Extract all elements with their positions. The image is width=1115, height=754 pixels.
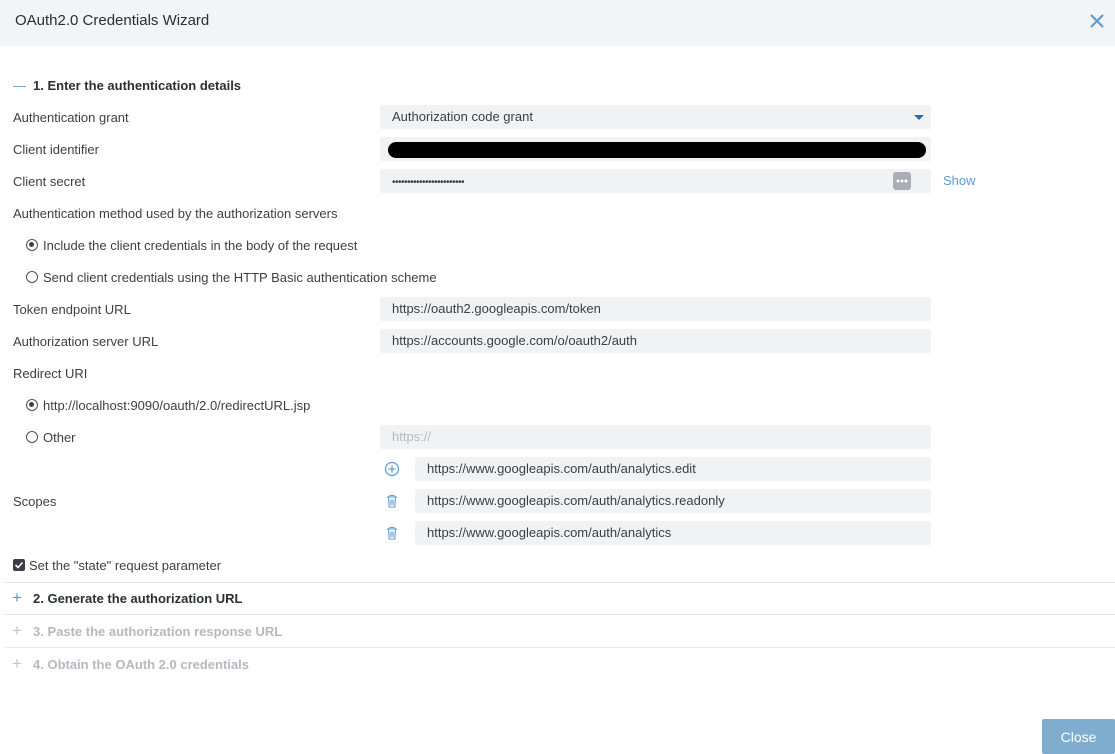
show-secret-link[interactable]: Show [943,173,976,188]
window-title: OAuth2.0 Credentials Wizard [15,12,210,29]
scope-input-2[interactable]: https://www.googleapis.com/auth/analytic… [415,489,931,513]
redaction-bar [388,142,926,158]
auth-method-basic-radio[interactable] [26,271,38,283]
scope-input-3[interactable]: https://www.googleapis.com/auth/analytic… [415,521,931,545]
scope-input-1[interactable]: https://www.googleapis.com/auth/analytic… [415,457,931,481]
redirect-localhost-radio[interactable] [26,399,38,411]
redirect-other-input[interactable]: https:// [380,425,931,449]
client-secret-value: •••••••••••••••••••••••• [392,177,465,188]
title-bar: OAuth2.0 Credentials Wizard [0,0,1115,46]
token-endpoint-label: Token endpoint URL [13,302,131,317]
close-icon[interactable] [1088,12,1106,30]
token-endpoint-input[interactable]: https://oauth2.googleapis.com/token [380,297,931,321]
state-param-label[interactable]: Set the "state" request parameter [29,558,221,573]
client-id-label: Client identifier [13,142,99,157]
divider [5,614,1115,615]
expand-section-2-icon[interactable]: + [12,589,22,606]
collapse-section-1-icon[interactable]: — [13,78,26,93]
client-id-field[interactable] [380,137,931,161]
scopes-label: Scopes [13,494,57,509]
state-param-checkbox[interactable] [13,559,25,571]
auth-server-input[interactable]: https://accounts.google.com/o/oauth2/aut… [380,329,931,353]
client-secret-field[interactable]: •••••••••••••••••••••••• [380,169,931,193]
auth-server-label: Authorization server URL [13,334,159,349]
password-options-icon[interactable] [892,171,912,191]
client-secret-label: Client secret [13,174,86,189]
section-2-heading[interactable]: 2. Generate the authorization URL [33,591,242,606]
expand-section-3-icon: + [12,621,22,640]
redirect-other-radio[interactable] [26,431,38,443]
redirect-uri-label: Redirect URI [13,366,88,381]
chevron-down-icon[interactable] [907,105,931,129]
divider [5,647,1115,648]
redirect-other-label[interactable]: Other [43,430,76,445]
auth-method-label: Authentication method used by the author… [13,206,338,221]
section-1-heading[interactable]: 1. Enter the authentication details [33,78,241,93]
auth-method-body-label[interactable]: Include the client credentials in the bo… [43,238,357,253]
delete-scope-icon[interactable] [384,525,400,541]
auth-grant-value: Authorization code grant [392,109,533,124]
add-scope-icon[interactable] [384,461,400,477]
checkmark-icon [14,561,24,569]
close-button[interactable]: Close [1042,719,1115,754]
delete-scope-icon[interactable] [384,493,400,509]
expand-section-4-icon: + [12,654,22,673]
auth-grant-select[interactable]: Authorization code grant [380,105,931,129]
auth-grant-label: Authentication grant [13,110,129,125]
section-3-heading: 3. Paste the authorization response URL [33,624,283,639]
auth-method-basic-label[interactable]: Send client credentials using the HTTP B… [43,270,437,285]
divider [5,582,1115,583]
section-4-heading: 4. Obtain the OAuth 2.0 credentials [33,657,249,672]
redirect-localhost-label[interactable]: http://localhost:9090/oauth/2.0/redirect… [43,398,310,413]
auth-method-body-radio[interactable] [26,239,38,251]
